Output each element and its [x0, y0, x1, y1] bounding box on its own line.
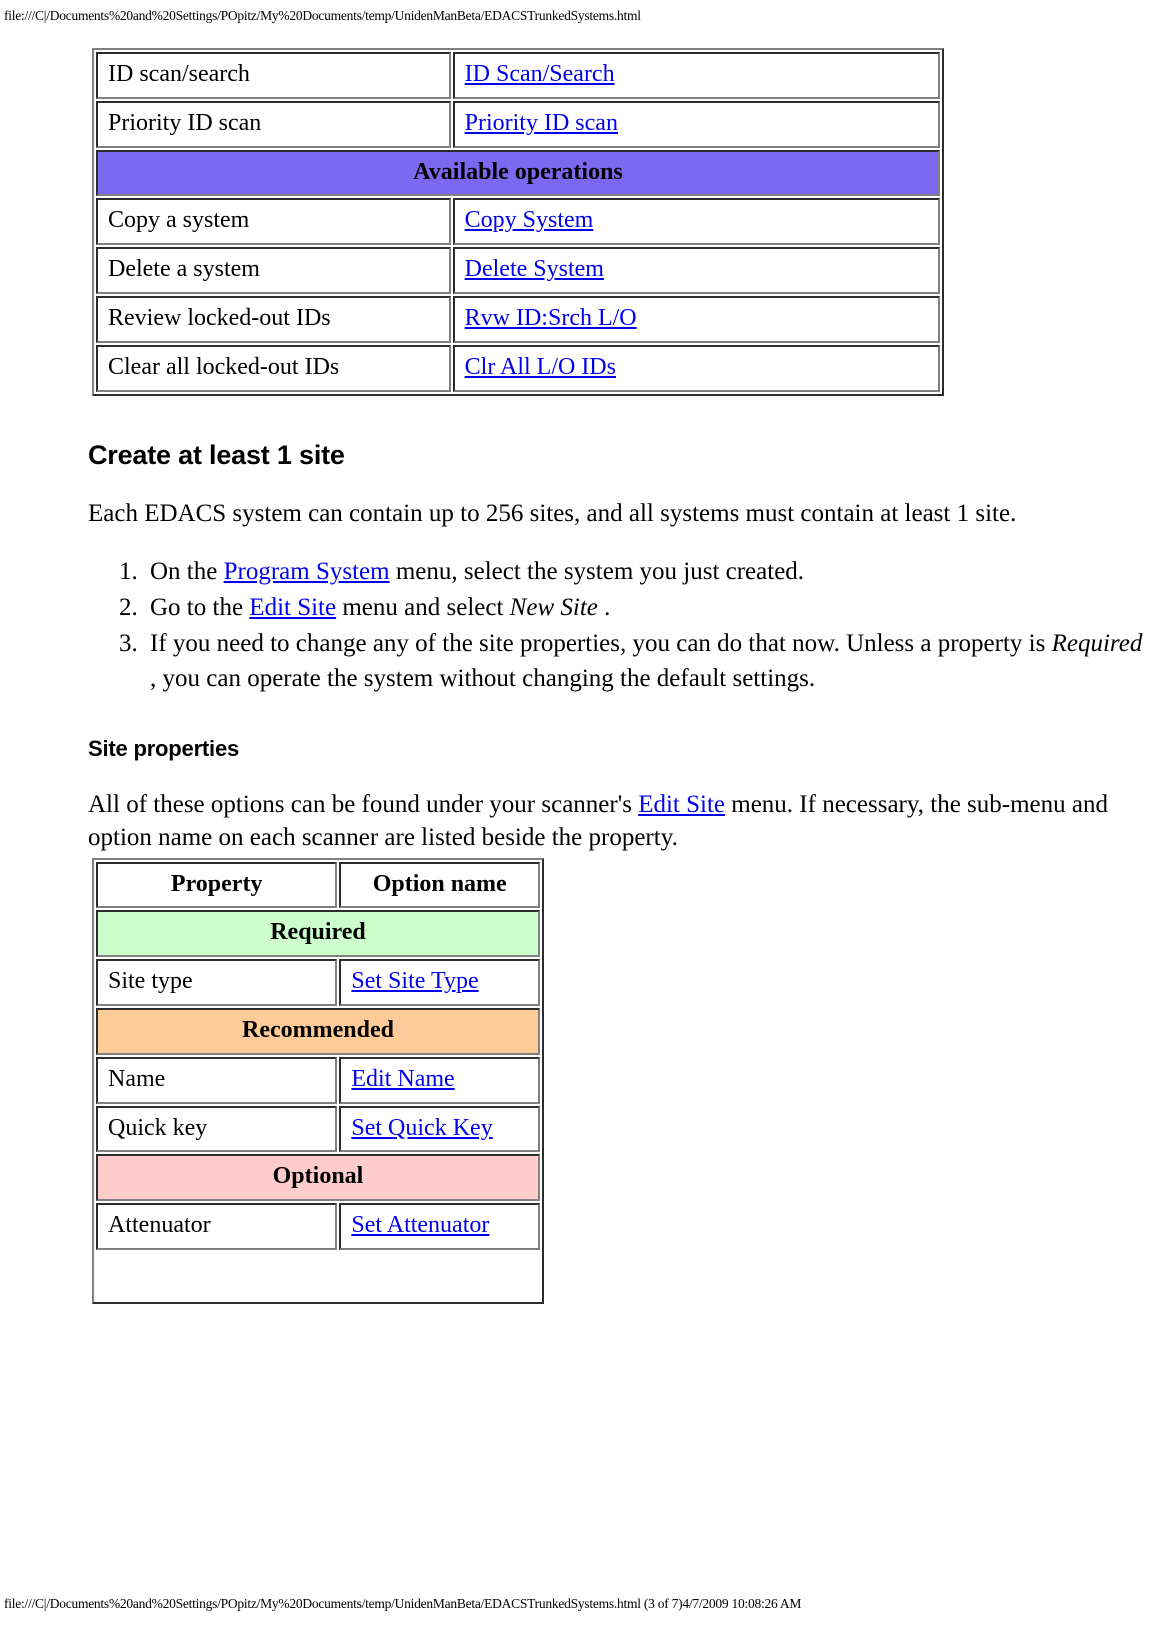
operations-option-cell: Clr All L/O IDs: [452, 344, 940, 392]
table-row: Quick key Set Quick Key: [96, 1105, 540, 1153]
link-set-attenuator[interactable]: Set Attenuator: [351, 1212, 489, 1238]
step-text-suffix: menu, select the system you just created…: [389, 557, 805, 585]
table-row-clipped: [96, 1251, 540, 1300]
table-row: Review locked-out IDs Rvw ID:Srch L/O: [96, 295, 940, 343]
site-property-cell: Attenuator: [96, 1203, 338, 1250]
link-edit-name[interactable]: Edit Name: [351, 1066, 454, 1092]
operations-property-cell: Copy a system: [96, 198, 451, 246]
site-property-cell: Quick key: [96, 1105, 338, 1153]
site-option-cell: Set Quick Key: [339, 1105, 540, 1153]
site-properties-table: Property Option name Required Site type …: [92, 857, 544, 1304]
site-option-cell: Set Site Type: [339, 959, 540, 1006]
intro-prefix: All of these options can be found under …: [88, 790, 639, 818]
operations-table: ID scan/search ID Scan/Search Priority I…: [92, 48, 944, 396]
site-property-cell: Name: [96, 1056, 338, 1104]
operations-option-cell: Rvw ID:Srch L/O: [452, 295, 940, 343]
table-row: Copy a system Copy System: [96, 198, 940, 246]
link-edit-site-step[interactable]: Edit Site: [249, 594, 336, 621]
table-row-section: Available operations: [96, 149, 940, 197]
section-header-optional: Optional: [96, 1154, 540, 1202]
clipped-row-cell: [96, 1251, 540, 1300]
paragraph-create-site-intro: Each EDACS system can contain up to 256 …: [88, 499, 1017, 527]
operations-property-cell: Clear all locked-out IDs: [96, 344, 451, 392]
table-row: Priority ID scan Priority ID scan: [96, 100, 940, 148]
site-properties-table-clip: Property Option name Required Site type …: [88, 854, 1148, 1324]
table-row: Attenuator Set Attenuator: [96, 1203, 540, 1250]
table-header-row: Property Option name: [96, 861, 540, 909]
link-set-site-type[interactable]: Set Site Type: [351, 968, 478, 994]
step-text-tail: .: [597, 593, 611, 621]
link-set-quick-key[interactable]: Set Quick Key: [351, 1115, 492, 1141]
step-text-suffix: menu and select: [336, 593, 510, 621]
list-item: On the Program System menu, select the s…: [144, 554, 1148, 589]
page-header-path: file:///C|/Documents%20and%20Settings/PO…: [4, 8, 641, 23]
list-item: If you need to change any of the site pr…: [144, 626, 1148, 696]
table-row: Site type Set Site Type: [96, 959, 540, 1006]
document-content: ID scan/search ID Scan/Search Priority I…: [88, 48, 1148, 1324]
site-option-cell: Set Attenuator: [339, 1203, 540, 1250]
link-program-system[interactable]: Program System: [224, 558, 390, 585]
operations-property-cell: Review locked-out IDs: [96, 295, 451, 343]
table-row: Delete a system Delete System: [96, 247, 940, 294]
link-clr-all-lo-ids[interactable]: Clr All L/O IDs: [465, 354, 616, 380]
operations-property-cell: Priority ID scan: [96, 100, 451, 148]
list-item: Go to the Edit Site menu and select New …: [144, 590, 1148, 625]
operations-option-cell: ID Scan/Search: [452, 52, 940, 99]
link-id-scan-search[interactable]: ID Scan/Search: [465, 61, 615, 87]
table-row-section: Optional: [96, 1154, 540, 1202]
link-copy-system[interactable]: Copy System: [465, 207, 594, 233]
page-footer-path: file:///C|/Documents%20and%20Settings/PO…: [4, 1596, 802, 1611]
heading-create-at-least-1-site: Create at least 1 site: [88, 439, 345, 470]
step-text-prefix: On the: [150, 557, 224, 585]
operations-table-body: ID scan/search ID Scan/Search Priority I…: [96, 52, 940, 392]
operations-option-cell: Priority ID scan: [452, 100, 940, 148]
step-text-italic: Required: [1051, 629, 1143, 657]
operations-option-cell: Delete System: [452, 247, 940, 294]
heading-site-properties: Site properties: [88, 735, 240, 761]
step-text-italic: New Site: [509, 593, 598, 621]
paragraph-site-properties-intro: All of these options can be found under …: [88, 788, 1148, 854]
section-header-recommended: Recommended: [96, 1007, 540, 1055]
table-row-section: Recommended: [96, 1007, 540, 1055]
link-delete-system[interactable]: Delete System: [465, 256, 604, 282]
operations-option-cell: Copy System: [452, 198, 940, 246]
link-edit-site-intro[interactable]: Edit Site: [638, 791, 725, 818]
column-header-option-name: Option name: [339, 861, 540, 909]
step-text-prefix: If you need to change any of the site pr…: [150, 629, 1052, 657]
site-property-cell: Site type: [96, 959, 338, 1006]
operations-property-cell: ID scan/search: [96, 52, 451, 99]
table-row-section: Required: [96, 910, 540, 958]
operations-property-cell: Delete a system: [96, 247, 451, 294]
column-header-property: Property: [96, 861, 338, 909]
step-text-tail: , you can operate the system without cha…: [150, 664, 816, 692]
step-text-prefix: Go to the: [150, 593, 250, 621]
site-properties-table-body: Property Option name Required Site type …: [96, 861, 540, 1300]
section-header-available-operations: Available operations: [96, 149, 940, 197]
site-option-cell: Edit Name: [339, 1056, 540, 1104]
create-site-step-list: On the Program System menu, select the s…: [88, 554, 1148, 696]
table-row: Name Edit Name: [96, 1056, 540, 1104]
link-rvw-id-srch-lo[interactable]: Rvw ID:Srch L/O: [465, 305, 637, 331]
section-header-required: Required: [96, 910, 540, 958]
table-row: Clear all locked-out IDs Clr All L/O IDs: [96, 344, 940, 392]
link-priority-id-scan[interactable]: Priority ID scan: [465, 110, 618, 136]
table-row: ID scan/search ID Scan/Search: [96, 52, 940, 99]
